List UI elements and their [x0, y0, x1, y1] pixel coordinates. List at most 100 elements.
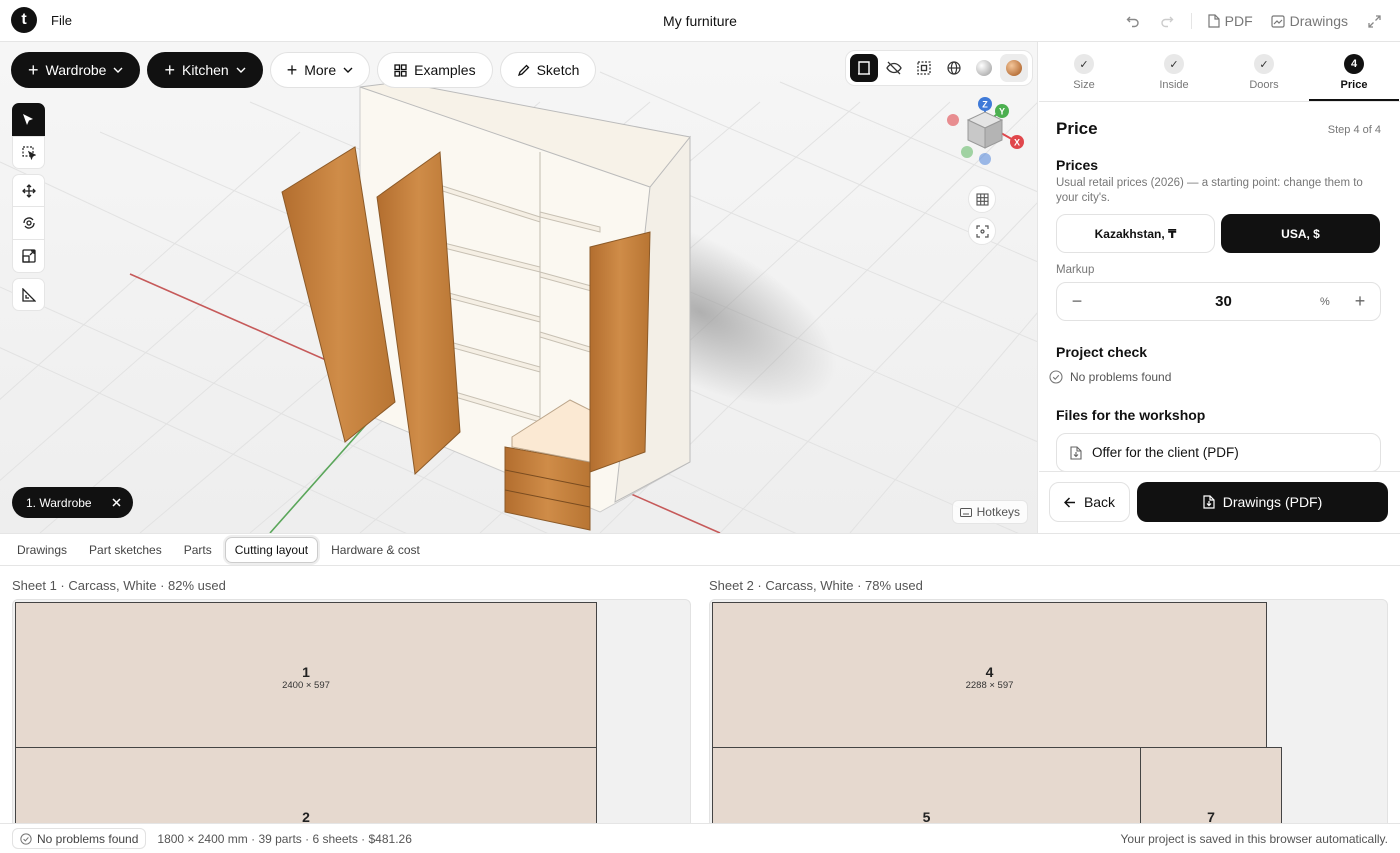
material-wood-icon[interactable]	[1000, 54, 1028, 82]
add-toolbar: + Wardrobe + Kitchen + More Examples Ske…	[11, 52, 597, 88]
check-icon: ✓	[1074, 54, 1094, 74]
minus-button[interactable]: −	[1057, 291, 1097, 312]
selected-item-chip[interactable]: 1. Wardrobe	[12, 487, 133, 518]
pencil-icon	[517, 64, 529, 76]
wardrobe-scene[interactable]	[0, 42, 1038, 533]
part-number: 1	[302, 664, 310, 680]
sketch-button[interactable]: Sketch	[499, 52, 597, 88]
project-check-heading: Project check	[1056, 344, 1148, 360]
drawings-pdf-button[interactable]: Drawings (PDF)	[1137, 482, 1388, 522]
step-size[interactable]: ✓ Size	[1039, 42, 1129, 101]
part-5[interactable]: 5	[712, 747, 1141, 823]
globe-icon[interactable]	[940, 54, 968, 82]
files-heading: Files for the workshop	[1056, 407, 1206, 423]
expand-icon[interactable]	[1360, 7, 1388, 35]
examples-label: Examples	[414, 62, 476, 78]
gizmo-y-label: Y	[999, 107, 1005, 117]
plus-button[interactable]: +	[1340, 291, 1380, 312]
step-label: Size	[1073, 79, 1095, 91]
markup-value[interactable]: 30	[1097, 293, 1320, 310]
divider	[1190, 13, 1192, 29]
step-navigation: ✓ Size ✓ Inside ✓ Doors 4 Price	[1039, 42, 1400, 102]
tab-drawings[interactable]: Drawings	[8, 538, 76, 562]
select-frame-icon[interactable]	[910, 54, 938, 82]
more-button[interactable]: + More	[269, 52, 371, 88]
tab-cutting-layout[interactable]: Cutting layout	[224, 536, 319, 563]
region-kazakhstan-button[interactable]: Kazakhstan, ₸	[1056, 214, 1215, 253]
move-icon[interactable]	[12, 174, 45, 207]
status-check-text: No problems found	[37, 831, 139, 846]
box-select-icon[interactable]	[12, 136, 45, 169]
step-doors[interactable]: ✓ Doors	[1219, 42, 1309, 101]
part-7[interactable]: 7	[1140, 747, 1282, 823]
part-1[interactable]: 1 2400 × 597	[15, 602, 597, 748]
part-number: 2	[302, 809, 310, 823]
3d-viewport[interactable]: + Wardrobe + Kitchen + More Examples Ske…	[0, 42, 1038, 533]
top-actions: PDF Drawings	[1119, 0, 1388, 42]
tab-parts[interactable]: Parts	[175, 538, 221, 562]
door-view-icon[interactable]	[850, 54, 878, 82]
material-grey-icon[interactable]	[970, 54, 998, 82]
view-mode-toolbar	[845, 50, 1033, 86]
project-check-text: No problems found	[1070, 370, 1172, 384]
step-price[interactable]: 4 Price	[1309, 42, 1399, 101]
more-label: More	[304, 62, 337, 78]
markup-unit: %	[1320, 295, 1330, 308]
plus-icon: +	[164, 60, 175, 80]
panel-title: Price	[1056, 119, 1098, 138]
add-kitchen-button[interactable]: + Kitchen	[147, 52, 263, 88]
tab-part-sketches[interactable]: Part sketches	[80, 538, 171, 562]
status-bar: No problems found 1800 × 2400 mm · 39 pa…	[0, 823, 1400, 853]
add-wardrobe-button[interactable]: + Wardrobe	[11, 52, 141, 88]
sheet-1[interactable]: 1 2400 × 597 2	[12, 599, 691, 823]
ruler-icon[interactable]	[12, 278, 45, 311]
part-4[interactable]: 4 2288 × 597	[712, 602, 1267, 748]
check-circle-icon	[1049, 370, 1063, 384]
top-bar: t File My furniture PDF Drawings	[0, 0, 1400, 42]
close-icon[interactable]	[112, 498, 121, 507]
orientation-gizmo[interactable]: Z Y X	[945, 94, 1030, 169]
back-button[interactable]: Back	[1049, 482, 1130, 522]
app-logo[interactable]: t	[11, 7, 37, 33]
file-download-icon	[1203, 495, 1215, 509]
rotate-icon[interactable]	[12, 207, 45, 240]
keyboard-icon	[959, 507, 972, 517]
part-2[interactable]: 2	[15, 747, 597, 823]
tab-hardware-cost[interactable]: Hardware & cost	[322, 538, 429, 562]
chevron-down-icon	[113, 67, 123, 73]
examples-button[interactable]: Examples	[377, 52, 493, 88]
grid-toggle-icon[interactable]	[968, 185, 996, 213]
focus-camera-icon[interactable]	[968, 217, 996, 245]
file-menu[interactable]: File	[51, 13, 72, 28]
offer-pdf-button[interactable]: Offer for the client (PDF)	[1056, 433, 1381, 472]
sheet-2[interactable]: 4 2288 × 597 5 7	[709, 599, 1388, 823]
step-number: 4	[1344, 54, 1364, 74]
file-pdf-icon	[1070, 445, 1082, 460]
part-number: 5	[922, 809, 931, 823]
selected-item-label: 1. Wardrobe	[26, 495, 92, 510]
select-pointer-icon[interactable]	[12, 103, 45, 136]
hotkeys-button[interactable]: Hotkeys	[951, 500, 1028, 524]
project-title[interactable]: My furniture	[663, 13, 737, 29]
drawings-button[interactable]: Drawings	[1265, 13, 1354, 29]
project-summary: 1800 × 2400 mm · 39 parts · 6 sheets · $…	[157, 831, 412, 846]
sketch-label: Sketch	[536, 62, 580, 78]
scale-icon[interactable]	[12, 240, 45, 273]
status-check-chip[interactable]: No problems found	[12, 828, 147, 849]
drawing-icon	[1271, 14, 1285, 28]
step-label: Price	[1340, 79, 1368, 91]
panel-body: Price Step 4 of 4 Prices Usual retail pr…	[1039, 102, 1400, 472]
redo-icon[interactable]	[1153, 7, 1181, 35]
pdf-button[interactable]: PDF	[1202, 13, 1259, 29]
step-inside[interactable]: ✓ Inside	[1129, 42, 1219, 101]
eye-off-icon[interactable]	[880, 54, 908, 82]
autosave-note: Your project is saved in this browser au…	[1120, 832, 1388, 846]
prices-heading: Prices	[1056, 157, 1099, 173]
undo-icon[interactable]	[1119, 7, 1147, 35]
gizmo-x-label: X	[1014, 138, 1020, 148]
arrow-left-icon	[1063, 496, 1075, 508]
chevron-down-icon	[343, 67, 353, 73]
settings-panel: ✓ Size ✓ Inside ✓ Doors 4 Price Price St…	[1039, 42, 1400, 533]
region-usa-button[interactable]: USA, $	[1221, 214, 1380, 253]
project-check-status: No problems found	[1049, 370, 1171, 384]
